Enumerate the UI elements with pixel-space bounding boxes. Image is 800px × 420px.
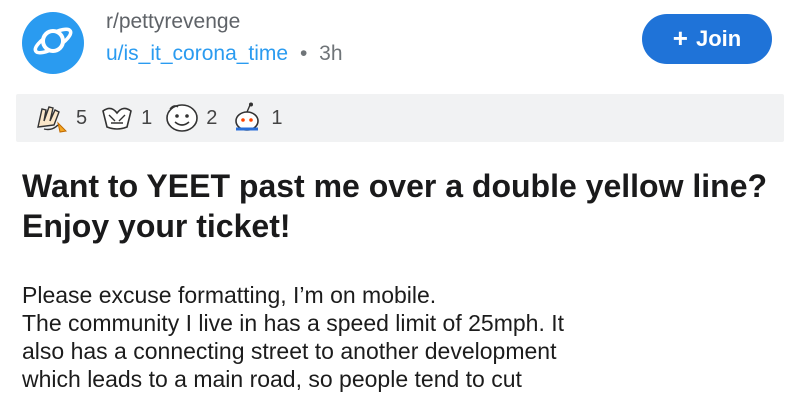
post-age: 3h <box>319 42 343 65</box>
body-line: Please excuse formatting, I’m on mobile. <box>22 282 437 308</box>
snoo-award-icon <box>227 101 267 135</box>
body-line: The community I live in has a speed limi… <box>22 310 565 336</box>
award-item[interactable]: 1 <box>97 101 152 135</box>
planet-logo-icon <box>30 18 76 69</box>
awards-bar[interactable]: 5 1 2 1 <box>16 94 784 142</box>
award-item[interactable]: 1 <box>227 101 283 135</box>
post-meta: u/is_it_corona_time • 3h <box>106 42 343 66</box>
meta-separator: • <box>299 42 308 65</box>
face-award-icon <box>162 101 202 135</box>
post-title[interactable]: Want to YEET past me over a double yello… <box>22 166 782 246</box>
subreddit-avatar[interactable] <box>22 12 84 74</box>
plus-icon: + <box>672 23 688 53</box>
award-count: 2 <box>206 106 218 129</box>
subreddit-name[interactable]: r/pettyrevenge <box>106 10 240 34</box>
award-count: 5 <box>76 106 88 129</box>
post-body: Please excuse formatting, I’m on mobile.… <box>22 281 792 393</box>
award-count: 1 <box>271 106 283 129</box>
body-line: also has a connecting street to another … <box>22 338 557 364</box>
award-count: 1 <box>141 106 153 129</box>
hands-award-icon <box>97 101 137 135</box>
body-line: which leads to a main road, so people te… <box>22 366 522 392</box>
post-header: r/pettyrevenge u/is_it_corona_time • 3h … <box>0 0 800 84</box>
join-button[interactable]: + Join <box>642 14 772 64</box>
award-item[interactable]: 5 <box>32 101 87 135</box>
award-item[interactable]: 2 <box>162 101 217 135</box>
join-label: Join <box>695 26 742 51</box>
clapping-hands-award-icon <box>32 101 72 135</box>
author-link[interactable]: u/is_it_corona_time <box>106 42 288 65</box>
